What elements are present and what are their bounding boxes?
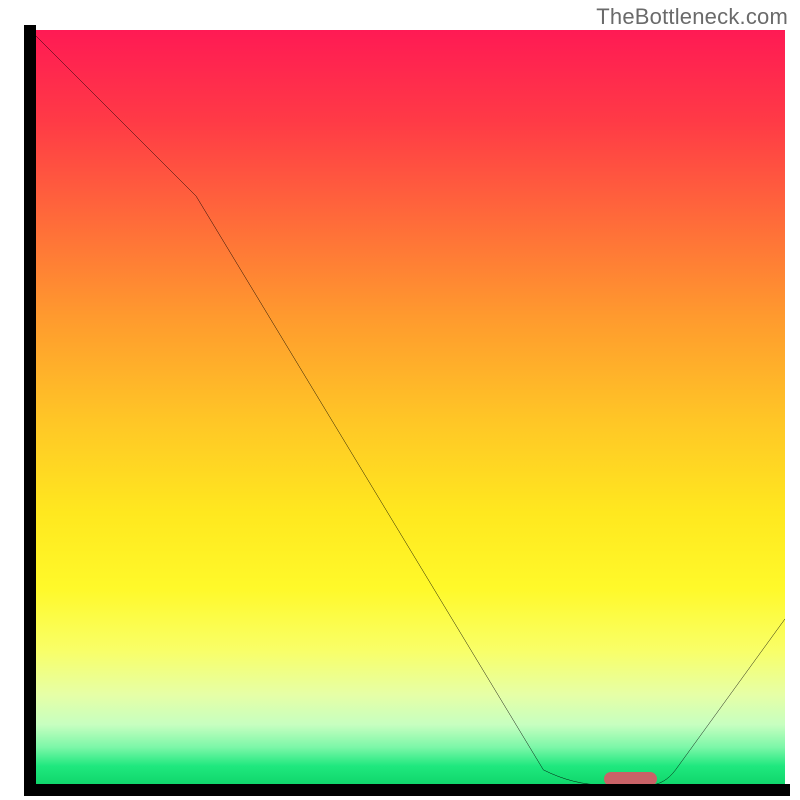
bottleneck-chart: TheBottleneck.com [0, 0, 800, 800]
plot-area [30, 30, 785, 785]
heat-gradient-background [30, 30, 785, 785]
watermark-text: TheBottleneck.com [596, 4, 788, 30]
optimal-range-marker [604, 772, 657, 786]
